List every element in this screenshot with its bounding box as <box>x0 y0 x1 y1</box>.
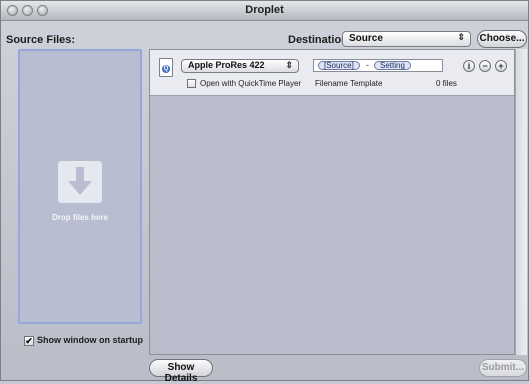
show-on-startup-label: Show window on startup <box>37 335 143 345</box>
destination-popup[interactable]: Source ⇕ <box>342 31 471 47</box>
source-drop-zone[interactable]: Drop files here <box>18 49 142 324</box>
drop-arrow-icon <box>58 161 102 203</box>
remove-icon[interactable]: − <box>479 60 491 72</box>
droplet-window: Droplet Source Files: Destination: Sourc… <box>0 0 529 384</box>
popup-arrows-icon: ⇕ <box>285 60 293 70</box>
token-setting[interactable]: Setting <box>374 61 411 70</box>
window-title: Droplet <box>245 4 284 16</box>
filename-template-field[interactable]: [Source] - Setting <box>313 59 443 72</box>
info-icon[interactable]: i <box>463 60 475 72</box>
add-icon[interactable]: + <box>495 60 507 72</box>
choose-button[interactable]: Choose... <box>477 30 527 48</box>
quicktime-document-icon: Q <box>159 58 173 77</box>
filename-template-label: Filename Template <box>315 79 383 88</box>
open-with-quicktime-checkbox[interactable] <box>187 79 196 88</box>
show-on-startup-checkbox[interactable]: ✔ <box>24 336 34 346</box>
vertical-scrollbar[interactable] <box>515 49 527 355</box>
destination-value: Source <box>349 33 383 44</box>
popup-arrows-icon: ⇕ <box>457 32 465 42</box>
open-with-quicktime-label: Open with QuickTime Player <box>200 79 302 88</box>
title-bar: Droplet <box>1 1 528 21</box>
quicktime-q-icon: Q <box>162 65 170 73</box>
token-separator: - <box>366 60 369 70</box>
preset-popup[interactable]: Apple ProRes 422 ⇕ <box>181 59 299 73</box>
list-item[interactable]: Q Apple ProRes 422 ⇕ [Source] - Setting … <box>150 50 514 96</box>
drop-files-label: Drop files here <box>51 213 108 222</box>
token-source[interactable]: [Source] <box>318 61 360 70</box>
preset-value: Apple ProRes 422 <box>188 60 265 70</box>
show-details-button[interactable]: Show Details <box>149 359 213 384</box>
file-count: 0 files <box>436 79 457 88</box>
submit-button[interactable]: Submit... <box>479 359 527 377</box>
settings-list: Q Apple ProRes 422 ⇕ [Source] - Setting … <box>149 49 515 355</box>
source-files-label: Source Files: <box>6 34 76 46</box>
